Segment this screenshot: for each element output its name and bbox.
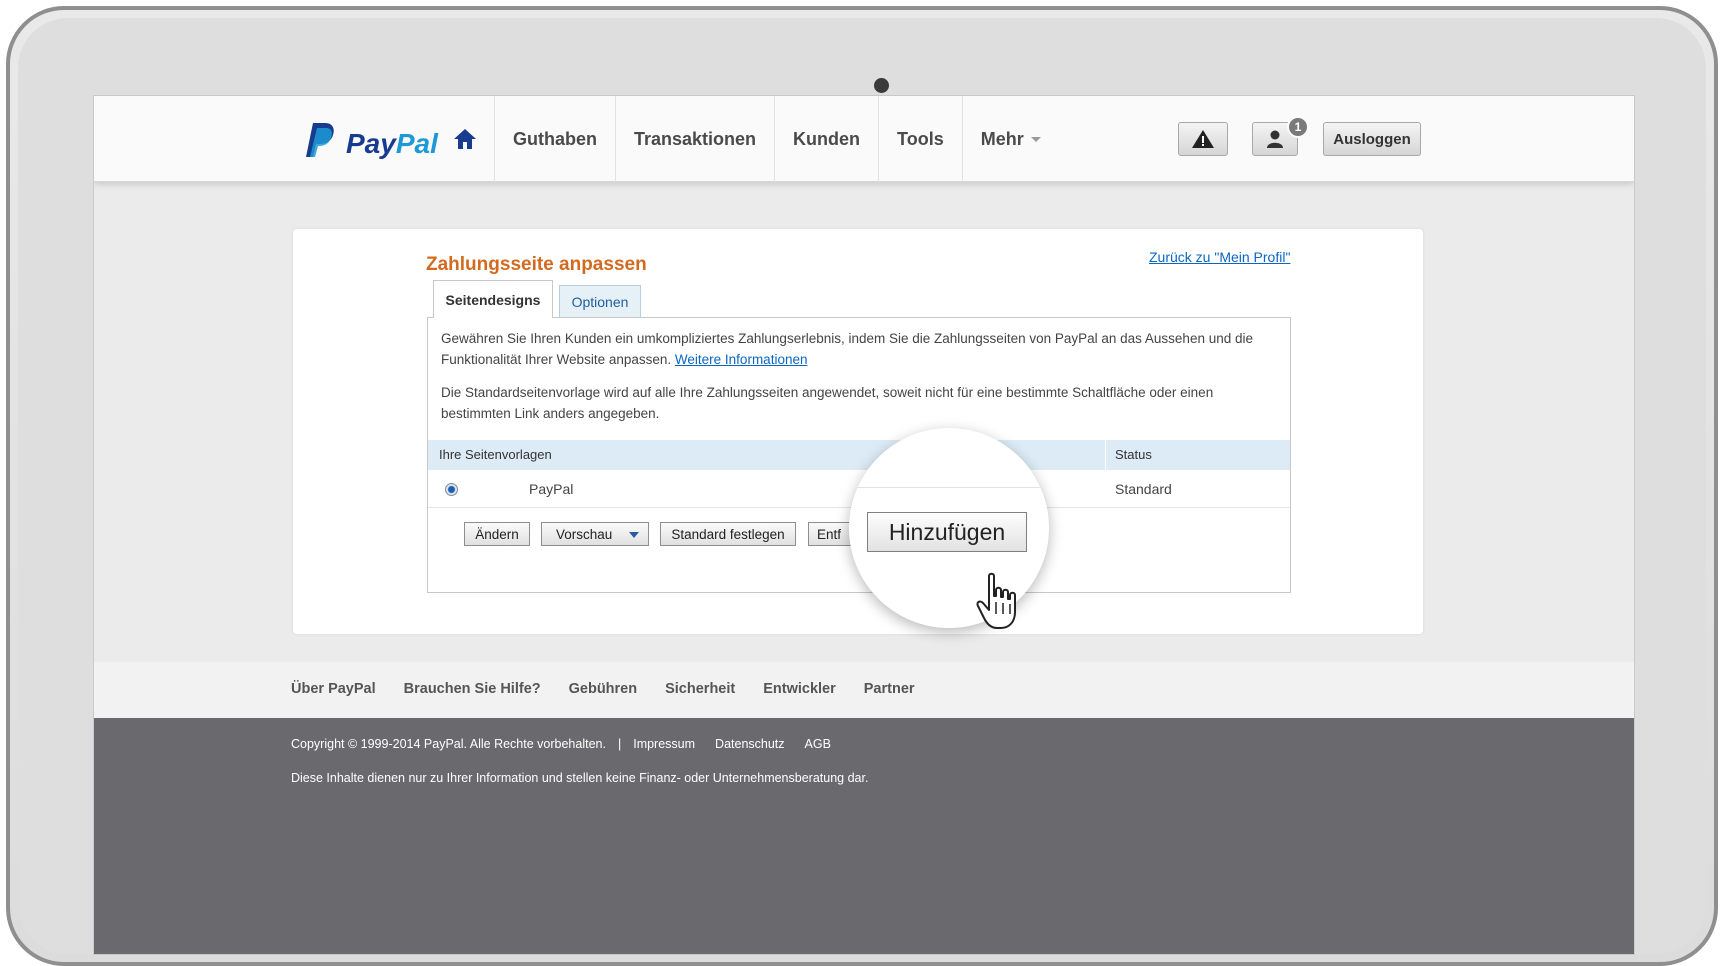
preview-label: Vorschau bbox=[556, 526, 613, 542]
footer-link-impressum[interactable]: Impressum bbox=[633, 737, 695, 751]
set-default-button[interactable]: Standard festlegen bbox=[660, 522, 796, 546]
dropdown-arrow-icon bbox=[629, 532, 639, 538]
home-icon[interactable] bbox=[452, 126, 478, 152]
separator: | bbox=[617, 737, 622, 751]
table-header: Ihre Seitenvorlagen Status bbox=[428, 440, 1290, 470]
camera-icon bbox=[874, 78, 889, 93]
edit-button[interactable]: Ändern bbox=[464, 522, 530, 546]
row-divider bbox=[849, 487, 1049, 488]
footer-link-help[interactable]: Brauchen Sie Hilfe? bbox=[404, 681, 541, 697]
footer-link-terms[interactable]: AGB bbox=[805, 737, 831, 751]
template-name: PayPal bbox=[529, 481, 574, 497]
column-header-templates: Ihre Seitenvorlagen bbox=[439, 447, 552, 462]
main-nav: Guthaben Transaktionen Kunden Tools Mehr bbox=[494, 96, 1059, 182]
footer-legal: Copyright © 1999-2014 PayPal. Alle Recht… bbox=[94, 718, 1634, 954]
more-info-link[interactable]: Weitere Informationen bbox=[675, 352, 808, 367]
footer-link-about[interactable]: Über PayPal bbox=[291, 681, 376, 697]
nav-item-transaktionen[interactable]: Transaktionen bbox=[615, 96, 774, 182]
alert-button[interactable] bbox=[1178, 122, 1228, 156]
site-header: PayPal Guthaben Transaktionen Kunden Too… bbox=[94, 96, 1634, 182]
template-status: Standard bbox=[1115, 481, 1172, 497]
nav-item-guthaben[interactable]: Guthaben bbox=[494, 96, 615, 182]
column-divider bbox=[1105, 440, 1106, 470]
intro-text: Gewähren Sie Ihren Kunden ein umkomplizi… bbox=[441, 331, 1253, 367]
notification-badge: 1 bbox=[1287, 116, 1309, 138]
hand-cursor-icon bbox=[976, 572, 1016, 629]
copyright-row: Copyright © 1999-2014 PayPal. Alle Recht… bbox=[291, 737, 851, 751]
nav-item-mehr[interactable]: Mehr bbox=[961, 96, 1059, 182]
tab-optionen[interactable]: Optionen bbox=[559, 285, 641, 317]
footer-links-bar: Über PayPal Brauchen Sie Hilfe? Gebühren… bbox=[94, 662, 1634, 718]
paypal-logo[interactable]: PayPal bbox=[306, 122, 438, 165]
disclaimer-text: Diese Inhalte dienen nur zu Ihrer Inform… bbox=[291, 771, 869, 785]
footer-link-developers[interactable]: Entwickler bbox=[763, 681, 836, 697]
intro-paragraph: Gewähren Sie Ihren Kunden ein umkomplizi… bbox=[441, 328, 1281, 370]
main-panel: Zahlungsseite anpassen Zurück zu "Mein P… bbox=[293, 229, 1423, 634]
footer-link-fees[interactable]: Gebühren bbox=[569, 681, 637, 697]
column-header-status: Status bbox=[1115, 447, 1152, 462]
back-to-profile-link[interactable]: Zurück zu "Mein Profil" bbox=[1149, 249, 1290, 265]
default-template-paragraph: Die Standardseitenvorlage wird auf alle … bbox=[441, 385, 1214, 421]
warning-icon bbox=[1192, 130, 1214, 148]
footer-link-security[interactable]: Sicherheit bbox=[665, 681, 735, 697]
user-icon bbox=[1267, 130, 1283, 148]
chevron-down-icon bbox=[1030, 136, 1041, 142]
add-button[interactable]: Hinzufügen bbox=[867, 512, 1027, 552]
footer-link-privacy[interactable]: Datenschutz bbox=[715, 737, 784, 751]
logout-button[interactable]: Ausloggen bbox=[1323, 122, 1421, 156]
nav-item-mehr-label: Mehr bbox=[980, 128, 1024, 149]
nav-item-kunden[interactable]: Kunden bbox=[774, 96, 878, 182]
nav-item-tools[interactable]: Tools bbox=[878, 96, 962, 182]
page-title: Zahlungsseite anpassen bbox=[426, 254, 647, 275]
preview-dropdown-button[interactable]: Vorschau bbox=[541, 522, 649, 546]
paypal-wordmark: PayPal bbox=[346, 127, 438, 159]
copyright-text: Copyright © 1999-2014 PayPal. Alle Recht… bbox=[291, 737, 606, 751]
tab-seitendesigns[interactable]: Seitendesigns bbox=[433, 280, 553, 318]
footer-nav: Über PayPal Brauchen Sie Hilfe? Gebühren… bbox=[291, 681, 943, 697]
footer-link-partners[interactable]: Partner bbox=[864, 681, 915, 697]
paypal-p-icon bbox=[306, 122, 336, 165]
template-radio[interactable] bbox=[445, 483, 458, 496]
